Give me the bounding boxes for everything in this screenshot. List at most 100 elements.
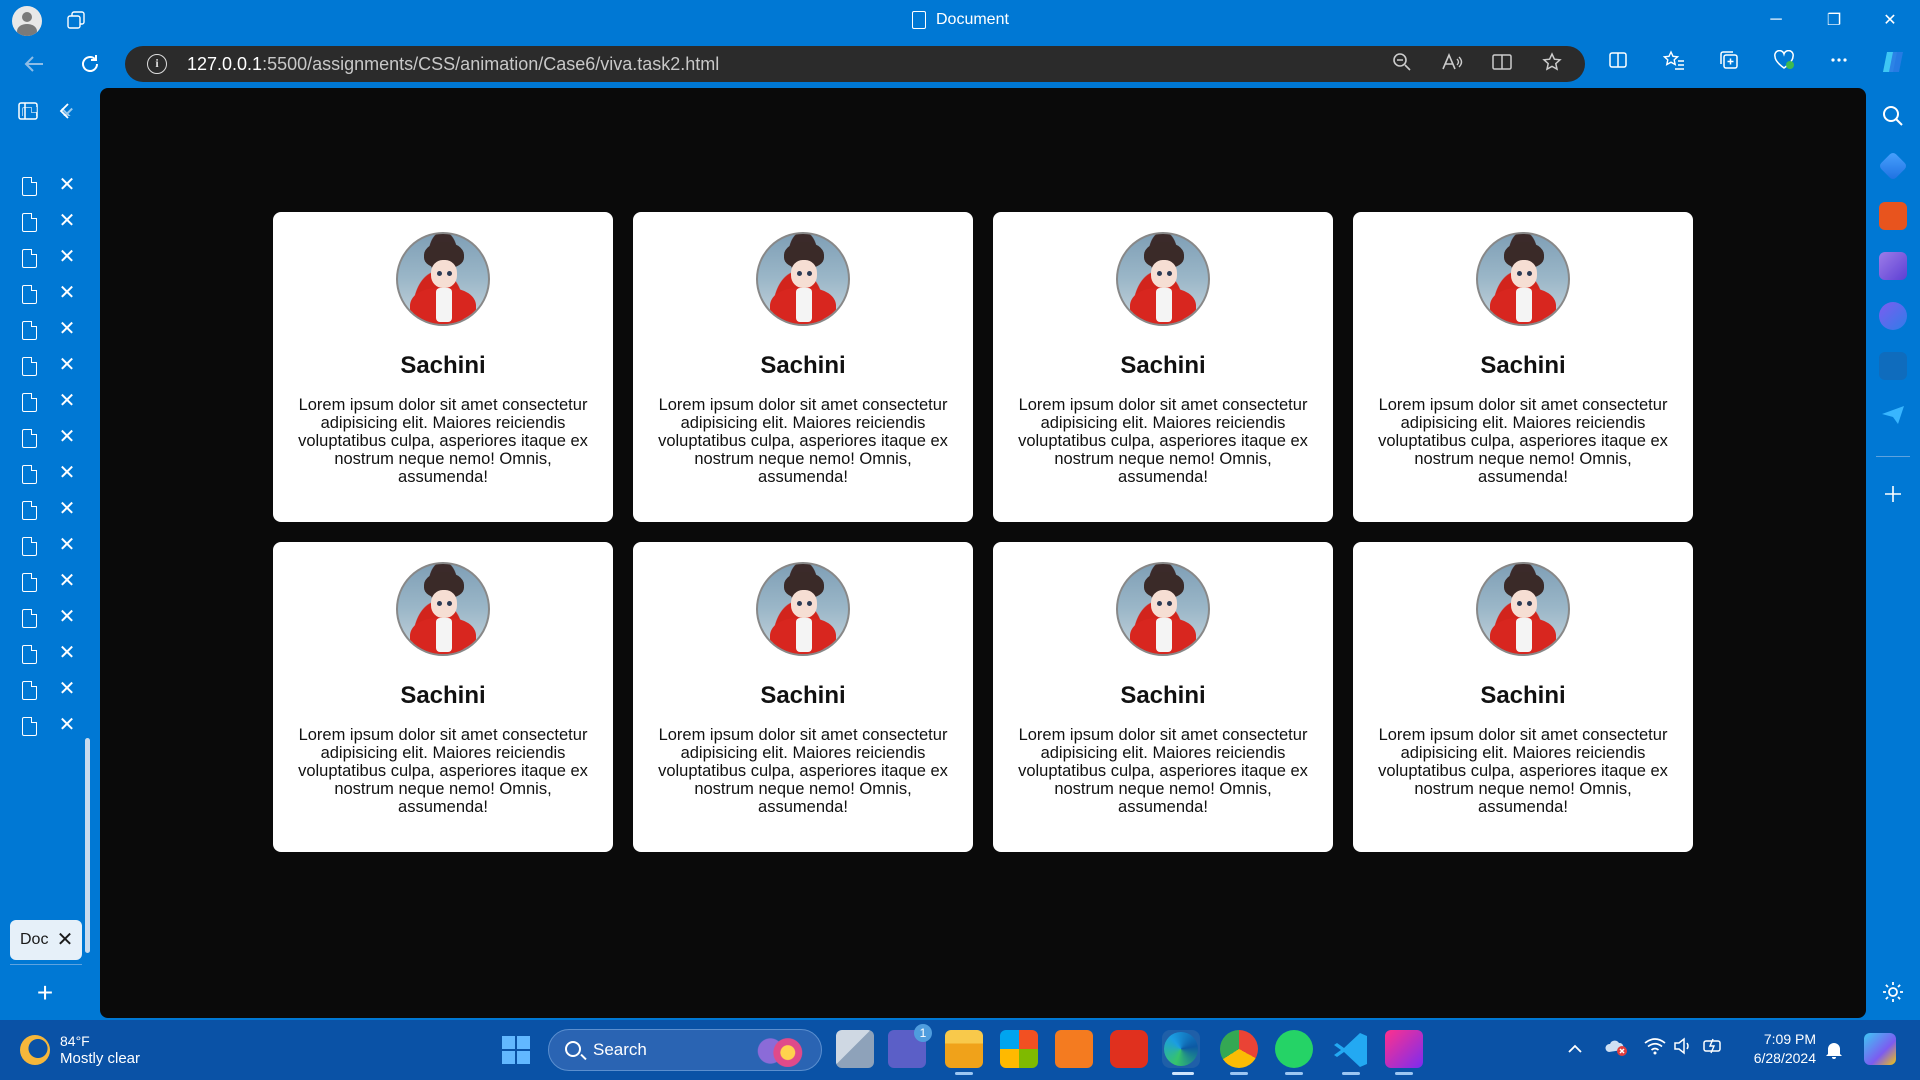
microsoft-store-icon[interactable] — [1000, 1030, 1038, 1068]
tab-item[interactable]: ✕ — [10, 456, 84, 492]
teams-icon[interactable]: 1 — [888, 1024, 932, 1068]
weather-widget[interactable]: 84°F Mostly clear — [20, 1028, 140, 1072]
tab-item[interactable]: ✕ — [10, 636, 84, 672]
tab-item[interactable]: ✕ — [10, 98, 84, 116]
browser-essentials-icon[interactable] — [1767, 48, 1801, 80]
volume-icon[interactable] — [1672, 1037, 1696, 1061]
close-tab-icon[interactable]: ✕ — [54, 711, 80, 739]
collections-icon[interactable] — [1712, 48, 1746, 80]
profile-card: Sachini Lorem ipsum dolor sit amet consec… — [273, 212, 613, 522]
tab-item[interactable]: ✕ — [10, 276, 84, 312]
close-tab-icon[interactable]: ✕ — [54, 495, 80, 523]
zoom-icon[interactable] — [1389, 52, 1415, 76]
copilot-icon[interactable] — [1876, 48, 1910, 80]
tab-item[interactable]: ✕ — [10, 348, 84, 384]
tools-briefcase-icon[interactable] — [1879, 202, 1907, 230]
microsoft-365-icon[interactable] — [1879, 302, 1907, 330]
copilot-taskbar-icon[interactable] — [1864, 1033, 1896, 1065]
onedrive-error-icon[interactable] — [1604, 1037, 1628, 1061]
close-tab-icon[interactable]: ✕ — [54, 675, 80, 703]
workspaces-icon[interactable] — [66, 10, 86, 30]
wifi-icon[interactable] — [1643, 1037, 1667, 1061]
tab-item[interactable]: ✕ — [10, 168, 84, 204]
close-tab-icon[interactable]: ✕ — [54, 351, 80, 379]
chrome-icon[interactable] — [1220, 1030, 1258, 1068]
battery-charging-icon[interactable] — [1702, 1037, 1726, 1061]
split-screen-icon[interactable] — [1601, 48, 1635, 80]
favorites-icon[interactable] — [1657, 48, 1691, 80]
more-options-icon[interactable] — [1822, 48, 1856, 80]
outlook-icon[interactable] — [1879, 352, 1907, 380]
taskbar-search[interactable]: Search — [548, 1029, 822, 1071]
site-info-icon[interactable]: i — [147, 54, 167, 74]
close-tab-icon[interactable]: ✕ — [54, 387, 80, 415]
page-icon — [22, 107, 37, 116]
card-name: Sachini — [400, 682, 486, 709]
close-tab-icon[interactable]: ✕ — [52, 926, 78, 954]
close-tab-icon[interactable]: ✕ — [54, 639, 80, 667]
page-icon — [22, 501, 37, 520]
tab-item[interactable]: ✕ — [10, 492, 84, 528]
restore-button[interactable]: ❐ — [1806, 0, 1862, 40]
close-window-button[interactable]: ✕ — [1862, 0, 1918, 40]
profile-avatar-icon[interactable] — [12, 6, 42, 36]
clock[interactable]: 7:09 PM 6/28/2024 — [1744, 1030, 1816, 1068]
send-drop-icon[interactable] — [1880, 404, 1906, 426]
favorite-star-icon[interactable] — [1539, 52, 1565, 76]
tab-item[interactable]: ✕ — [10, 240, 84, 276]
url-text[interactable]: 127.0.0.1:5500/assignments/CSS/animation… — [187, 46, 719, 82]
tab-item[interactable]: ✕ — [10, 600, 84, 636]
new-tab-button[interactable]: + — [28, 976, 62, 1010]
tab-item[interactable]: ✕ — [10, 204, 84, 240]
games-icon[interactable] — [1879, 252, 1907, 280]
whatsapp-icon[interactable] — [1275, 1030, 1313, 1068]
close-tab-icon[interactable]: ✕ — [54, 603, 80, 631]
close-tab-icon[interactable]: ✕ — [54, 101, 80, 116]
wps-office-icon[interactable] — [1110, 1030, 1148, 1068]
tab-item[interactable]: ✕ — [10, 708, 84, 744]
close-tab-icon[interactable]: ✕ — [54, 423, 80, 451]
sidebar-settings-icon[interactable] — [1881, 980, 1905, 1004]
file-explorer-icon[interactable] — [945, 1030, 983, 1068]
profile-avatar-image — [396, 232, 490, 326]
edge-browser-icon[interactable] — [1164, 1032, 1198, 1066]
task-view-icon[interactable] — [836, 1030, 874, 1068]
notifications-bell-icon[interactable] — [1824, 1040, 1844, 1060]
close-tab-icon[interactable]: ✕ — [54, 279, 80, 307]
address-bar[interactable]: i 127.0.0.1:5500/assignments/CSS/animati… — [125, 46, 1585, 82]
tab-item[interactable]: ✕ — [10, 384, 84, 420]
show-hidden-icons-chevron-icon[interactable] — [1566, 1040, 1584, 1058]
sidebar-search-icon[interactable] — [1881, 104, 1905, 128]
shopping-tag-icon[interactable] — [1878, 151, 1908, 181]
close-tab-icon[interactable]: ✕ — [54, 171, 80, 199]
tab-item[interactable]: ✕ — [10, 528, 84, 564]
back-button[interactable] — [16, 48, 52, 80]
intellij-icon[interactable] — [1385, 1030, 1423, 1068]
add-sidebar-app-icon[interactable] — [1883, 484, 1903, 504]
refresh-button[interactable] — [72, 48, 108, 80]
tab-document-active[interactable]: Doc ✕ — [10, 920, 82, 960]
close-tab-icon[interactable]: ✕ — [54, 567, 80, 595]
close-tab-icon[interactable]: ✕ — [54, 207, 80, 235]
page-icon — [22, 357, 37, 376]
minimize-button[interactable]: ─ — [1748, 0, 1804, 40]
close-tab-icon[interactable]: ✕ — [54, 315, 80, 343]
windows-start-icon[interactable] — [502, 1036, 530, 1064]
close-tab-icon[interactable]: ✕ — [54, 243, 80, 271]
tab-item[interactable]: ✕ — [10, 420, 84, 456]
close-tab-icon[interactable]: ✕ — [54, 531, 80, 559]
tab-item[interactable]: ✕ — [10, 312, 84, 348]
profile-avatar-image — [1476, 562, 1570, 656]
app-diagram-icon[interactable] — [1055, 1030, 1093, 1068]
running-indicator — [1342, 1072, 1360, 1075]
navigation-bar: i 127.0.0.1:5500/assignments/CSS/animati… — [0, 40, 1920, 88]
page-icon — [22, 213, 37, 232]
read-aloud-icon[interactable] — [1439, 52, 1465, 76]
tab-item[interactable]: ✕ — [10, 564, 84, 600]
tab-item[interactable]: ✕ — [10, 672, 84, 708]
close-tab-icon[interactable]: ✕ — [54, 459, 80, 487]
vscode-icon[interactable] — [1332, 1030, 1370, 1068]
page-icon — [22, 465, 37, 484]
tab-scrollbar[interactable] — [85, 738, 90, 953]
immersive-reader-icon[interactable] — [1489, 52, 1515, 76]
